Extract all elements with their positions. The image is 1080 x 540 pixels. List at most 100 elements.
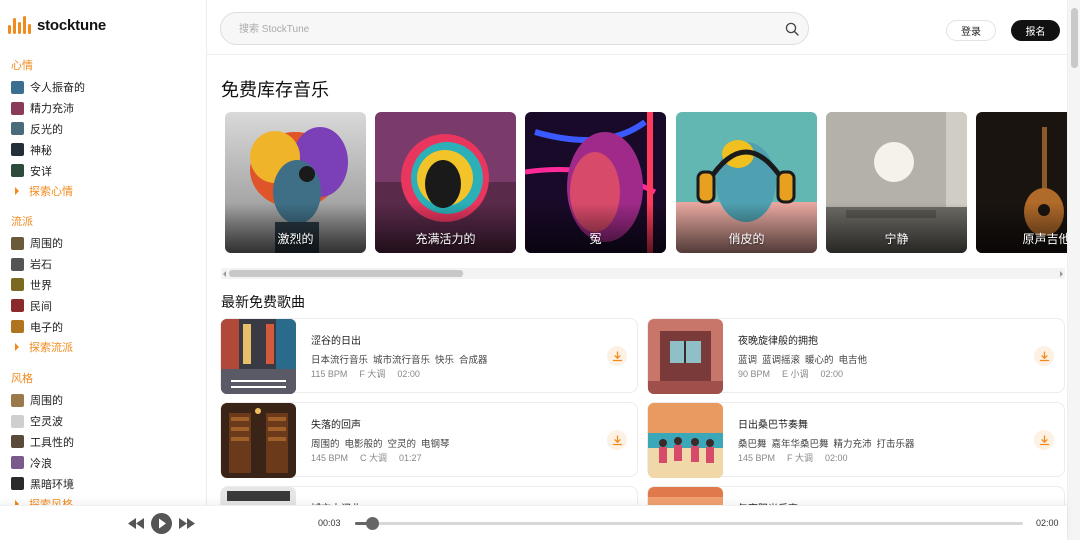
caret-right-icon [15,186,19,195]
sidebar-item-thumbnail [11,477,24,491]
song-tag[interactable]: 打击乐器 [877,439,915,450]
download-button[interactable] [607,430,627,450]
song-bpm: 115 BPM [311,369,348,379]
sidebar-item[interactable]: 反光的 [11,119,85,140]
song-title[interactable]: 失落的回声 [311,416,361,431]
next-track-icon[interactable] [179,518,195,529]
sidebar-style-section: 风格 周围的空灵波工具性的冷浪黑暗环境 探索风格 [11,370,74,514]
carousel-scroll-thumb[interactable] [229,270,463,277]
song-tag[interactable]: 空灵的 [388,439,417,450]
song-tag[interactable]: 周围的 [311,439,340,450]
sidebar-item-thumbnail [11,236,24,250]
sidebar: stocktune 心情 令人振奋的 精力充沛 反光的 神秘 安详 探索心情 流派 周围… [0,0,207,540]
song-tags: 桑巴舞 嘉年华桑巴舞 精力充沛 打击乐器 [738,436,920,450]
song-card[interactable]: 夜晚旋律般的拥抱 蓝调 蓝调摇滚 暖心的 电吉他 90 BPM E 小调 02:00 [647,318,1065,394]
mood-card[interactable]: 原声吉他 [976,112,1067,253]
mood-card[interactable]: 俏皮的 [676,112,817,253]
song-card[interactable]: 日出桑巴节奏舞 桑巴舞 嘉年华桑巴舞 精力充沛 打击乐器 145 BPM F 大调 02:… [647,402,1065,478]
song-title[interactable]: 涩谷的日出 [311,332,361,347]
song-tag[interactable]: 精力充沛 [834,439,872,450]
signup-button[interactable]: 报名 [1011,20,1060,41]
play-button[interactable] [151,513,172,534]
sidebar-item-thumbnail [11,257,24,271]
download-button[interactable] [1034,346,1054,366]
download-button[interactable] [607,346,627,366]
page-scrollbar[interactable] [1067,0,1080,540]
sidebar-item-label: 令人振奋的 [30,82,85,95]
song-tag[interactable]: 电吉他 [839,355,868,366]
download-icon [612,350,622,361]
sidebar-item-thumbnail [11,414,24,428]
sidebar-item-thumbnail [11,101,24,115]
song-bpm: 145 BPM [311,453,349,463]
song-tag[interactable]: 暖心的 [805,355,834,366]
scroll-left-icon[interactable] [223,271,226,277]
brand-logo[interactable]: stocktune [8,16,106,34]
latest-songs-title: 最新免费歌曲 [221,294,305,310]
previous-track-icon[interactable] [128,518,144,529]
sidebar-item[interactable]: 电子的 [11,316,73,337]
login-button[interactable]: 登录 [946,20,996,41]
top-bar: 登录 报名 [207,0,1067,55]
sidebar-item[interactable]: 世界 [11,275,73,296]
progress-handle[interactable] [365,517,379,530]
song-tag[interactable]: 电影般的 [345,439,383,450]
sidebar-item[interactable]: 岩石 [11,254,73,275]
scrollbar-thumb[interactable] [1071,8,1078,68]
song-tag[interactable]: 日本流行音乐 [311,355,368,366]
sidebar-item[interactable]: 安详 [11,160,85,181]
song-tag[interactable]: 电钢琴 [421,439,450,450]
sidebar-item-thumbnail [11,393,24,407]
sidebar-item-thumbnail [11,164,24,178]
mood-card[interactable]: 充满活力的 [375,112,516,253]
sidebar-item[interactable]: 神秘 [11,139,85,160]
sidebar-item[interactable]: 冷浪 [11,452,74,473]
song-card[interactable]: 失落的回声 周围的 电影般的 空灵的 电钢琴 145 BPM C 大调 01:27 [220,402,638,478]
caret-right-icon [15,342,19,351]
song-title[interactable]: 日出桑巴节奏舞 [738,416,808,431]
search-icon[interactable] [784,21,800,37]
download-icon [612,434,622,445]
logo-bars-icon [8,16,31,34]
carousel-scrollbar[interactable] [221,268,1065,279]
current-time: 00:03 [318,518,341,528]
mood-card[interactable]: 冤 [525,112,666,253]
download-button[interactable] [1034,430,1054,450]
sidebar-item-label: 冷浪 [30,457,52,470]
sidebar-item[interactable]: 周围的 [11,233,73,254]
song-tag[interactable]: 蓝调摇滚 [762,355,800,366]
sidebar-heading-genre: 流派 [11,216,33,228]
sidebar-item[interactable]: 令人振奋的 [11,77,85,98]
sidebar-item[interactable]: 工具性的 [11,432,74,453]
sidebar-item-label: 空灵波 [30,416,63,429]
song-tag[interactable]: 嘉年华桑巴舞 [772,439,829,450]
song-tag[interactable]: 桑巴舞 [738,439,767,450]
search-box[interactable] [220,12,809,45]
song-tag[interactable]: 城市流行音乐 [373,355,430,366]
sidebar-item[interactable]: 空灵波 [11,411,74,432]
sidebar-heading-style: 风格 [11,373,33,385]
mood-card[interactable]: 激烈的 [225,112,366,253]
scroll-right-icon[interactable] [1060,271,1063,277]
song-meta: 145 BPM F 大调 02:00 [738,451,860,464]
card-label: 原声吉他 [1022,232,1067,246]
song-title[interactable]: 夜晚旋律般的拥抱 [738,332,818,347]
card-label: 宁静 [884,232,909,246]
song-card[interactable]: 涩谷的日出 日本流行音乐 城市流行音乐 快乐 合成器 115 BPM F 大调 02:00 [220,318,638,394]
sidebar-item[interactable]: 黑暗环境 [11,473,74,494]
sidebar-item[interactable]: 精力充沛 [11,98,85,119]
sidebar-item[interactable]: 周围的 [11,390,74,411]
song-tag[interactable]: 快乐 [435,355,454,366]
progress-track[interactable] [355,517,1023,530]
search-input[interactable] [239,21,759,37]
explore-mood-link[interactable]: 探索心情 [11,181,85,201]
song-tag[interactable]: 蓝调 [738,355,757,366]
song-tag[interactable]: 合成器 [459,355,488,366]
mood-card[interactable]: 宁静 [826,112,967,253]
explore-genre-link[interactable]: 探索流派 [11,337,73,357]
sidebar-item-label: 黑暗环境 [30,478,74,491]
song-tags: 日本流行音乐 城市流行音乐 快乐 合成器 [311,352,493,366]
audio-player: 00:03 02:00 [0,505,1067,540]
card-label: 激烈的 [277,232,314,246]
sidebar-item[interactable]: 民间 [11,295,73,316]
